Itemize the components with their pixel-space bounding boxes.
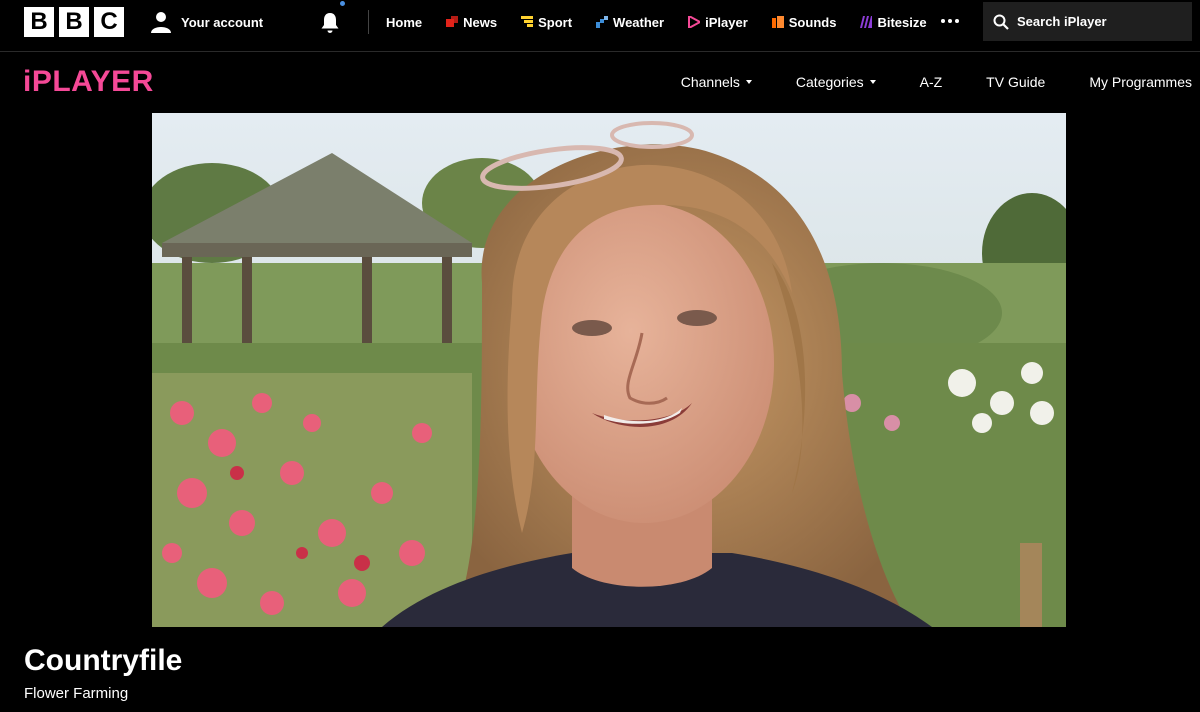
ip-nav-label: Categories [795, 74, 864, 90]
notification-dot [340, 1, 345, 6]
ip-nav-tv-guide[interactable]: TV Guide [986, 74, 1045, 90]
video-frame-image [152, 113, 1066, 627]
programme-title: Countryfile [24, 644, 183, 677]
global-nav: Home News Sport Weather iPlayer Sounds B… [386, 0, 951, 44]
nav-divider [368, 10, 369, 34]
weather-icon [596, 16, 609, 28]
nav-item-iplayer[interactable]: iPlayer [688, 15, 748, 30]
nav-item-label: iPlayer [705, 14, 748, 30]
nav-item-sounds[interactable]: Sounds [771, 14, 837, 30]
video-player[interactable] [152, 113, 1066, 627]
bbc-logo-letter: B [24, 7, 54, 37]
chevron-down-icon [869, 80, 876, 84]
search-input[interactable]: Search iPlayer [1017, 14, 1107, 29]
sport-icon [521, 16, 534, 27]
nav-item-label: Sport [538, 14, 573, 30]
bell-icon[interactable] [318, 11, 342, 35]
nav-item-label: Home [386, 14, 423, 30]
sounds-icon [771, 16, 784, 28]
iplayer-icon [688, 16, 701, 28]
nav-item-label: News [463, 14, 498, 30]
ip-nav-label: Channels [680, 74, 740, 90]
nav-item-weather[interactable]: Weather [596, 15, 664, 30]
ip-nav-a-z[interactable]: A-Z [920, 74, 943, 90]
chevron-down-icon [745, 80, 752, 84]
bitesize-icon [860, 16, 873, 28]
account-label: Your account [181, 14, 264, 30]
nav-item-home[interactable]: Home [386, 15, 422, 30]
ip-nav-label: A-Z [919, 74, 943, 90]
news-icon [446, 16, 459, 27]
nav-item-bitesize[interactable]: Bitesize [860, 14, 927, 30]
search-box[interactable]: Search iPlayer [983, 2, 1192, 41]
account-link[interactable]: Your account [149, 10, 263, 34]
nav-item-news[interactable]: News [446, 15, 497, 30]
nav-item-label: Sounds [788, 14, 837, 30]
episode-title: Flower Farming [24, 685, 129, 702]
bbc-logo-letter: B [59, 7, 89, 37]
ip-nav-label: TV Guide [986, 74, 1046, 90]
search-icon [993, 14, 1009, 30]
ip-nav-label: My Programmes [1089, 74, 1192, 90]
nav-item-label: Weather [613, 14, 665, 30]
nav-item-label: Bitesize [877, 14, 927, 30]
bbc-global-bar: B B C Your account Home News Sport Weath… [0, 0, 1200, 52]
iplayer-bar: iPLAYER Channels Categories A-Z TV Guide… [0, 52, 1200, 112]
iplayer-logo[interactable]: iPLAYER [23, 65, 154, 99]
ip-nav-channels[interactable]: Channels [681, 74, 752, 90]
more-menu-icon[interactable] [941, 19, 959, 23]
ip-nav-my-programmes[interactable]: My Programmes [1089, 74, 1192, 90]
user-icon [151, 12, 171, 33]
ip-nav-categories[interactable]: Categories [796, 74, 876, 90]
bbc-logo[interactable]: B B C [24, 7, 124, 37]
bbc-logo-letter: C [94, 7, 124, 37]
nav-item-sport[interactable]: Sport [521, 15, 572, 30]
iplayer-nav: Channels Categories A-Z TV Guide My Prog… [637, 52, 1192, 112]
